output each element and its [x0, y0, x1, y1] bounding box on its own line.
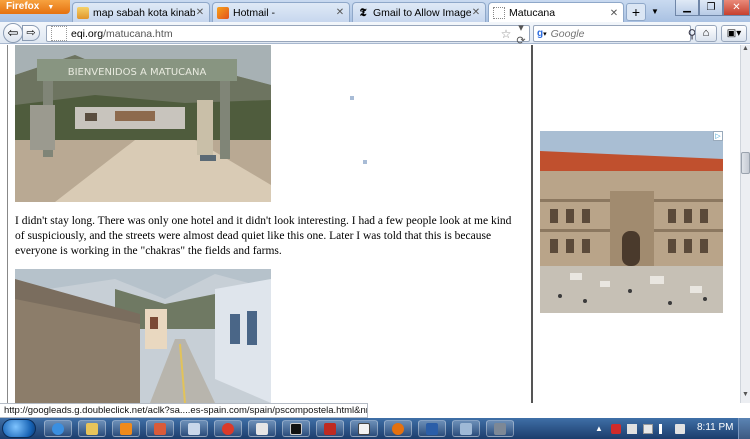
- firefox-icon[interactable]: [384, 420, 412, 437]
- vertical-scrollbar[interactable]: ▲ ▼: [740, 45, 750, 403]
- google-engine-icon[interactable]: g ▾: [534, 26, 547, 41]
- placeholder-dot: [350, 96, 354, 100]
- flag-icon[interactable]: [627, 423, 637, 434]
- antivirus-icon[interactable]: [611, 423, 621, 434]
- matucana-street-photo: [15, 269, 271, 403]
- page-content: BIENVENIDOS A MATUCANA I didn't stay lon…: [0, 45, 740, 403]
- tab-label: Gmail to Allow Images, b...: [373, 6, 471, 19]
- cmd-icon[interactable]: [282, 420, 310, 437]
- taskbar-clock[interactable]: 8:11 PM: [697, 422, 734, 433]
- notepad-icon[interactable]: [248, 420, 276, 437]
- hotmail-favicon-icon: [217, 6, 229, 19]
- close-icon[interactable]: ✕: [335, 7, 345, 18]
- blank-page-favicon-icon: [493, 7, 505, 19]
- word-icon[interactable]: [418, 420, 446, 437]
- scroll-up-arrow-icon[interactable]: ▲: [741, 45, 750, 57]
- window-icon[interactable]: [180, 420, 208, 437]
- show-hidden-icons-icon[interactable]: ▲: [595, 424, 605, 434]
- tab-hotmail[interactable]: Hotmail - ✕: [212, 2, 350, 22]
- show-desktop-button[interactable]: [738, 418, 750, 439]
- forward-button[interactable]: ⇨: [22, 25, 40, 41]
- tab-map-sabah[interactable]: map sabah kota kinabalu ... ✕: [72, 2, 210, 22]
- media-player-icon[interactable]: [112, 420, 140, 437]
- matucana-welcome-arch-photo: BIENVENIDOS A MATUCANA: [15, 45, 271, 202]
- status-link-preview: http://googleads.g.doubleclick.net/aclk?…: [0, 403, 368, 418]
- scroll-down-arrow-icon[interactable]: ▼: [741, 391, 750, 403]
- explorer-icon[interactable]: [78, 420, 106, 437]
- windows-taskbar: ▲ 8:11 PM: [0, 418, 750, 439]
- tab-matucana[interactable]: Matucana ✕: [488, 2, 624, 23]
- battery-icon[interactable]: [643, 423, 653, 434]
- network-signal-icon[interactable]: [659, 423, 669, 434]
- back-button[interactable]: ⇦: [3, 23, 23, 43]
- close-icon[interactable]: ✕: [471, 7, 481, 18]
- site-identity-icon[interactable]: [51, 26, 67, 41]
- navigation-toolbar: ⇦ ⇨ eqi.org/matucana.htm ☆ ▾ ⟳ g▾ ⚲ ⌂ ▣▾: [0, 22, 750, 47]
- nytimes-favicon-icon: 𝕿: [359, 5, 367, 19]
- close-window-button[interactable]: ✕: [723, 0, 750, 16]
- close-icon[interactable]: ✕: [609, 8, 619, 19]
- app-icon[interactable]: [350, 420, 378, 437]
- page-border: [7, 45, 8, 403]
- address-bar[interactable]: eqi.org/matucana.htm ☆ ▾ ⟳: [46, 22, 530, 47]
- tab-gmail-images[interactable]: 𝕿 Gmail to Allow Images, b... ✕: [352, 2, 486, 22]
- internet-explorer-icon[interactable]: [44, 420, 72, 437]
- tab-label: map sabah kota kinabalu ...: [93, 6, 195, 19]
- placeholder-dot: [363, 160, 367, 164]
- chrome-icon[interactable]: [214, 420, 242, 437]
- firefox-menu-button[interactable]: Firefox ▼: [0, 0, 70, 14]
- tab-label: Hotmail -: [233, 6, 276, 19]
- url-text[interactable]: eqi.org/matucana.htm: [71, 28, 499, 40]
- bookmark-star-icon[interactable]: ☆: [499, 27, 513, 41]
- arch-sign-text: BIENVENIDOS A MATUCANA: [68, 67, 207, 78]
- reload-icon[interactable]: ▾ ⟳: [513, 21, 529, 47]
- start-button[interactable]: [2, 419, 36, 438]
- map-favicon-icon: [77, 6, 89, 19]
- toolbar-menu-button[interactable]: ▣▾: [721, 25, 747, 42]
- browser-titlebar: Firefox▼ map sabah kota kinabalu ... ✕ H…: [0, 0, 750, 23]
- maximize-button[interactable]: ❐: [699, 0, 723, 16]
- scroll-thumb[interactable]: [741, 152, 750, 174]
- minimize-button[interactable]: ▁: [675, 0, 699, 16]
- search-bar[interactable]: g▾ ⚲: [533, 25, 696, 42]
- advertisement-image[interactable]: ▷: [540, 131, 723, 313]
- search-input[interactable]: [546, 27, 688, 40]
- adchoices-icon[interactable]: ▷: [713, 131, 723, 141]
- column-divider: [531, 45, 533, 403]
- filezilla-icon[interactable]: [316, 420, 344, 437]
- volume-icon[interactable]: [675, 423, 685, 434]
- body-paragraph: I didn't stay long. There was only one h…: [15, 215, 512, 257]
- close-icon[interactable]: ✕: [195, 7, 205, 18]
- home-button[interactable]: ⌂: [695, 25, 717, 42]
- remote-icon[interactable]: [452, 420, 480, 437]
- list-all-tabs-icon[interactable]: ▼: [648, 4, 662, 20]
- paint-icon[interactable]: [146, 420, 174, 437]
- new-tab-button[interactable]: +: [626, 3, 646, 21]
- printer-icon[interactable]: [486, 420, 514, 437]
- tab-label: Matucana: [509, 7, 556, 19]
